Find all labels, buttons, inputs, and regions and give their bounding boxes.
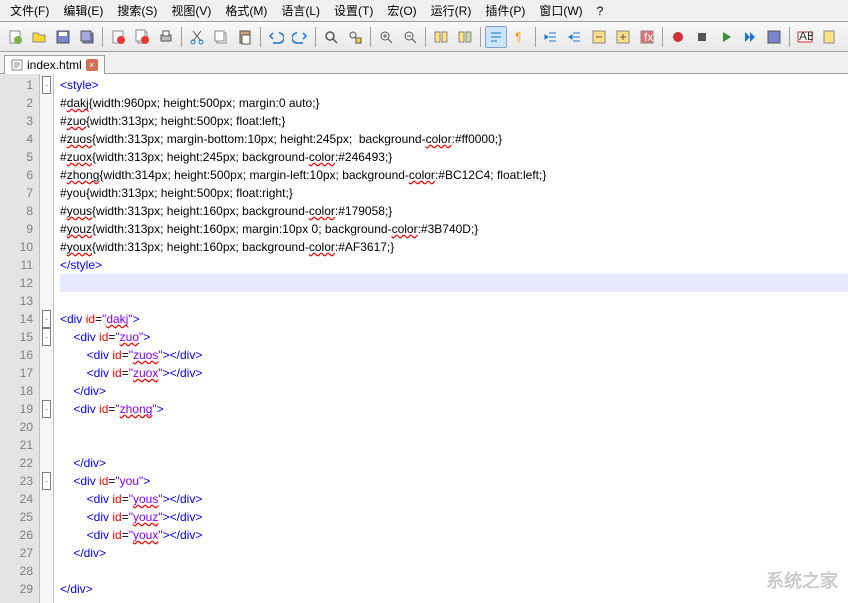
code-line[interactable]: #zuos{width:313px; margin-bottom:10px; h… <box>60 130 848 148</box>
code-line[interactable]: <div id="you"> <box>60 472 848 490</box>
code-line[interactable]: #zuox{width:313px; height:245px; backgro… <box>60 148 848 166</box>
code-line[interactable]: </style> <box>60 256 848 274</box>
code-line[interactable]: #you{width:313px; height:500px; float:ri… <box>60 184 848 202</box>
print-button[interactable] <box>155 26 177 48</box>
code-line[interactable] <box>60 436 848 454</box>
menu-search[interactable]: 搜索(S) <box>111 0 163 21</box>
play-button[interactable] <box>715 26 737 48</box>
code-line[interactable]: </div> <box>60 544 848 562</box>
fold-toggle[interactable]: - <box>42 400 51 418</box>
save-button[interactable] <box>52 26 74 48</box>
code-line[interactable]: <div id="zuox"></div> <box>60 364 848 382</box>
undo-button[interactable] <box>265 26 287 48</box>
code-line[interactable]: #zuo{width:313px; height:500px; float:le… <box>60 112 848 130</box>
code-line[interactable] <box>60 274 848 292</box>
close-button[interactable] <box>107 26 129 48</box>
find-button[interactable] <box>320 26 342 48</box>
menu-run[interactable]: 运行(R) <box>425 0 478 21</box>
file-icon <box>11 59 23 71</box>
cut-button[interactable] <box>186 26 208 48</box>
save-macro-button[interactable] <box>763 26 785 48</box>
wrap-button[interactable] <box>485 26 507 48</box>
fold-button[interactable] <box>588 26 610 48</box>
menu-macro[interactable]: 宏(O) <box>381 0 422 21</box>
redo-button[interactable] <box>289 26 311 48</box>
menu-settings[interactable]: 设置(T) <box>328 0 379 21</box>
svg-text:¶: ¶ <box>515 30 521 44</box>
svg-text:ABC: ABC <box>799 29 813 43</box>
menu-plugins[interactable]: 插件(P) <box>479 0 531 21</box>
code-line[interactable]: <div id="youz"></div> <box>60 508 848 526</box>
fold-toggle[interactable]: - <box>42 76 51 94</box>
code-line[interactable]: <style> <box>60 76 848 94</box>
copy-button[interactable] <box>210 26 232 48</box>
fold-toggle[interactable]: - <box>42 328 51 346</box>
save-all-button[interactable] <box>76 26 98 48</box>
zoom-out-button[interactable] <box>399 26 421 48</box>
zoom-in-button[interactable] <box>375 26 397 48</box>
code-line[interactable]: #zhong{width:314px; height:500px; margin… <box>60 166 848 184</box>
close-all-button[interactable] <box>131 26 153 48</box>
code-line[interactable]: </div> <box>60 580 848 598</box>
tab-label: index.html <box>27 58 82 72</box>
function-list-button[interactable]: fx <box>636 26 658 48</box>
code-line[interactable]: #youx{width:313px; height:160px; backgro… <box>60 238 848 256</box>
menu-edit[interactable]: 编辑(E) <box>57 0 109 21</box>
code-area[interactable]: <style>#dakj{width:960px; height:500px; … <box>54 74 848 603</box>
svg-text:fx: fx <box>644 30 653 44</box>
code-line[interactable]: #yous{width:313px; height:160px; backgro… <box>60 202 848 220</box>
open-file-button[interactable] <box>28 26 50 48</box>
code-line[interactable] <box>60 418 848 436</box>
fold-toggle[interactable]: - <box>42 310 51 328</box>
new-file-button[interactable] <box>4 26 26 48</box>
menu-help[interactable]: ? <box>591 2 610 20</box>
show-all-button[interactable]: ¶ <box>509 26 531 48</box>
toolbar: ¶ fx ABC <box>0 22 848 52</box>
code-line[interactable]: #youz{width:313px; height:160px; margin:… <box>60 220 848 238</box>
replace-button[interactable] <box>344 26 366 48</box>
code-line[interactable] <box>60 292 848 310</box>
doc-button[interactable] <box>818 26 840 48</box>
code-line[interactable]: <div id="youx"></div> <box>60 526 848 544</box>
code-line[interactable] <box>60 562 848 580</box>
paste-button[interactable] <box>234 26 256 48</box>
code-line[interactable]: <div id="zuo"> <box>60 328 848 346</box>
code-line[interactable]: </div> <box>60 382 848 400</box>
menu-view[interactable]: 视图(V) <box>165 0 217 21</box>
menu-format[interactable]: 格式(M) <box>219 0 273 21</box>
record-button[interactable] <box>667 26 689 48</box>
spellcheck-button[interactable]: ABC <box>794 26 816 48</box>
code-line[interactable]: <div id="zuos"></div> <box>60 346 848 364</box>
stop-button[interactable] <box>691 26 713 48</box>
fold-toggle[interactable]: - <box>42 472 51 490</box>
outdent-button[interactable] <box>564 26 586 48</box>
code-line[interactable]: <div id="dakj"> <box>60 310 848 328</box>
menu-language[interactable]: 语言(L) <box>275 0 326 21</box>
menu-bar: 文件(F) 编辑(E) 搜索(S) 视图(V) 格式(M) 语言(L) 设置(T… <box>0 0 848 22</box>
code-line[interactable]: <div id="zhong"> <box>60 400 848 418</box>
indent-button[interactable] <box>540 26 562 48</box>
code-line[interactable]: <div id="yous"></div> <box>60 490 848 508</box>
tab-close-button[interactable]: × <box>86 59 98 71</box>
fast-forward-button[interactable] <box>739 26 761 48</box>
menu-file[interactable]: 文件(F) <box>4 0 55 21</box>
menu-window[interactable]: 窗口(W) <box>533 0 588 21</box>
tab-index-html[interactable]: index.html × <box>4 55 105 74</box>
line-gutter: 1234567891011121314151617181920212223242… <box>0 74 40 603</box>
fold-gutter: ----- <box>40 74 54 603</box>
unfold-button[interactable] <box>612 26 634 48</box>
code-line[interactable]: #dakj{width:960px; height:500px; margin:… <box>60 94 848 112</box>
tab-bar: index.html × <box>0 52 848 74</box>
code-line[interactable]: </div> <box>60 454 848 472</box>
editor: 1234567891011121314151617181920212223242… <box>0 74 848 603</box>
sync-button[interactable] <box>430 26 452 48</box>
sync2-button[interactable] <box>454 26 476 48</box>
